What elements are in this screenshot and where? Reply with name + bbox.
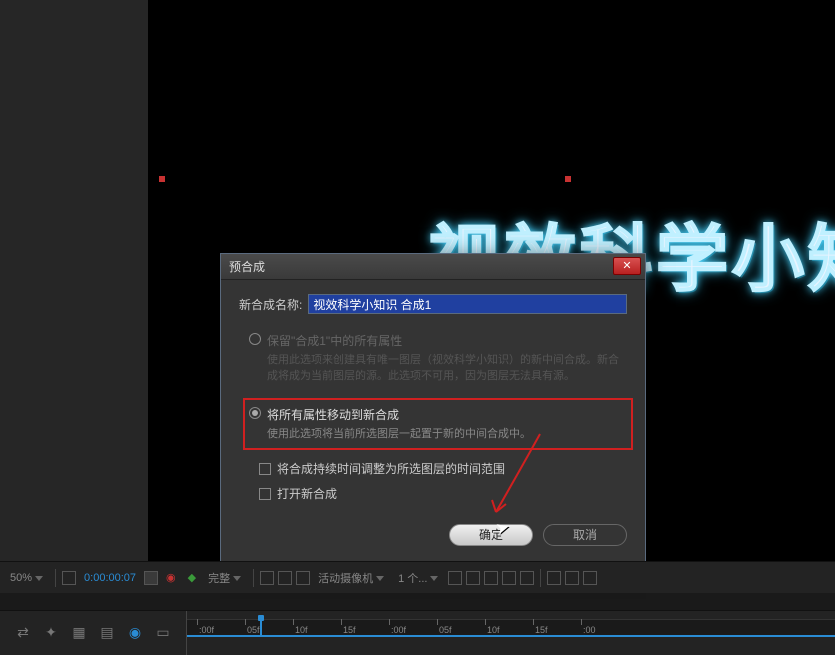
shy-toggle-icon[interactable]: ⇄ [14,624,32,642]
close-button[interactable]: ✕ [613,257,641,275]
tool-icon[interactable] [520,571,534,585]
brain-icon[interactable]: ◉ [126,624,144,642]
tool-icon[interactable] [466,571,480,585]
checkbox-icon [259,463,271,475]
annotation-arrow [480,430,550,530]
chevron-down-icon [233,573,243,583]
radio-desc-2: 使用此选项将当前所选图层一起置于新的中间合成中。 [267,426,627,442]
chevron-down-icon [35,573,45,583]
snapshot-icon[interactable] [144,571,158,585]
stopwatch-icon[interactable]: ▭ [154,624,172,642]
channel-icon[interactable]: ◆ [184,569,200,586]
mask-icon[interactable] [296,571,310,585]
radio-label-2: 将所有属性移动到新合成 [267,406,399,423]
frame-blend-icon[interactable]: ✦ [42,624,60,642]
divider [55,569,56,587]
tool-icon[interactable] [448,571,462,585]
timeline-panel: ⇄ ✦ ▦ ▤ ◉ ▭ :00f05f10f15f:00f05f10f15f:0… [0,610,835,655]
guides-icon[interactable] [278,571,292,585]
precompose-dialog: 预合成 ✕ 新合成名称: 保留"合成1"中的所有属性 使用此选项来创建具有唯一图… [220,253,646,565]
divider [540,569,541,587]
views-dropdown[interactable]: 1 个... [394,568,444,588]
radio-icon [249,333,261,345]
viewer-footer-bar: 50% 0:00:00:07 ◉ ◆ 完整 活动摄像机 1 个... [0,561,835,593]
name-label: 新合成名称: [239,296,302,313]
annotation-highlight-box: 将所有属性移动到新合成 使用此选项将当前所选图层一起置于新的中间合成中。 [243,398,633,450]
zoom-dropdown[interactable]: 50% [6,570,49,586]
timecode-display[interactable]: 0:00:00:07 [80,570,140,586]
radio-desc-1: 使用此选项来创建具有唯一图层（视效科学小知识）的新中间合成。新合成将成为当前图层… [267,352,627,384]
divider [253,569,254,587]
time-ruler[interactable]: :00f05f10f15f:00f05f10f15f:00 [186,611,835,655]
radio-icon-selected [249,407,261,419]
checkbox-label-1: 将合成持续时间调整为所选图层的时间范围 [277,460,505,477]
close-icon: ✕ [622,260,631,272]
checkbox-adjust-duration[interactable]: 将合成持续时间调整为所选图层的时间范围 [259,460,627,477]
grid-icon[interactable] [260,571,274,585]
checkbox-open-new-comp[interactable]: 打开新合成 [259,485,627,502]
dialog-body: 新合成名称: 保留"合成1"中的所有属性 使用此选项来创建具有唯一图层（视效科学… [221,280,645,564]
exposure-icon[interactable] [583,571,597,585]
color-mgmt-icon[interactable]: ◉ [162,569,180,586]
checkbox-label-2: 打开新合成 [277,485,337,502]
cancel-button[interactable]: 取消 [543,524,627,546]
checkbox-icon [259,488,271,500]
chevron-down-icon [430,573,440,583]
layer-handle[interactable] [159,176,165,182]
dialog-title-text: 预合成 [229,260,265,274]
chevron-down-icon [376,573,386,583]
tool-icon[interactable] [484,571,498,585]
dialog-titlebar[interactable]: 预合成 ✕ [221,254,645,280]
resolution-icon[interactable] [62,571,76,585]
radio-option-move-attributes[interactable]: 将所有属性移动到新合成 使用此选项将当前所选图层一起置于新的中间合成中。 [249,406,627,442]
timeline-toolbar: ⇄ ✦ ▦ ▤ ◉ ▭ [0,611,186,655]
camera-dropdown[interactable]: 活动摄像机 [314,568,390,588]
quality-dropdown[interactable]: 完整 [204,568,247,588]
radio-label-1: 保留"合成1"中的所有属性 [267,332,402,349]
motion-blur-icon[interactable]: ▦ [70,624,88,642]
tool-icon[interactable] [502,571,516,585]
work-area-bar[interactable] [187,635,835,637]
layer-handle[interactable] [565,176,571,182]
graph-editor-icon[interactable]: ▤ [98,624,116,642]
comp-name-input[interactable] [308,294,627,314]
tool-icon[interactable] [547,571,561,585]
radio-option-leave-attributes: 保留"合成1"中的所有属性 使用此选项来创建具有唯一图层（视效科学小知识）的新中… [249,332,627,384]
tool-icon[interactable] [565,571,579,585]
